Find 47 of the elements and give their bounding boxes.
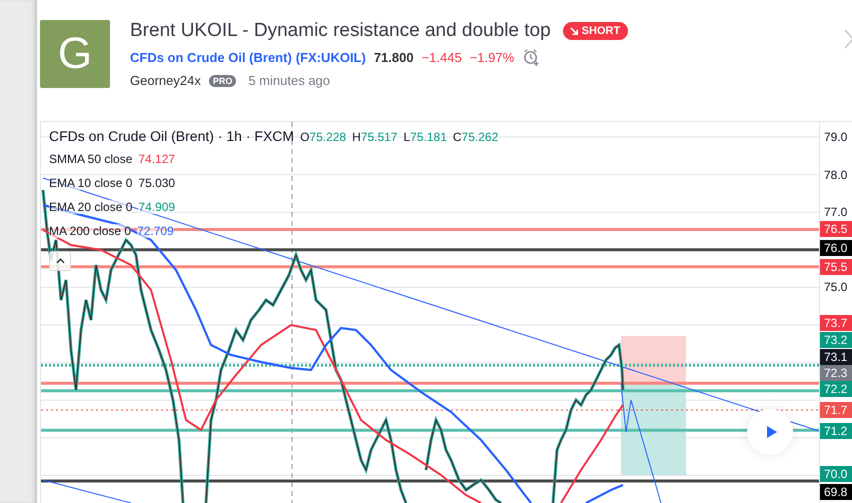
indicator-value: 72.709	[137, 224, 174, 238]
play-button[interactable]	[747, 409, 793, 455]
price-tag: 72.2	[820, 381, 852, 397]
stop-loss-zone	[621, 336, 686, 383]
indicator-name: SMMA 50 close	[49, 152, 132, 166]
ohlc-value: C75.262	[452, 130, 498, 144]
price: 71.800	[374, 50, 414, 65]
publish-time: 5 minutes ago	[248, 73, 330, 88]
collapse-legend-button[interactable]	[49, 251, 71, 271]
price-tag: 71.2	[820, 423, 852, 439]
price-change: −1.445	[422, 50, 462, 65]
direction-badge: SHORT	[562, 22, 628, 40]
price-tag: 73.2	[820, 332, 852, 348]
indicator-value: 75.030	[138, 176, 176, 190]
alarm-clock-icon[interactable]	[522, 48, 542, 67]
play-icon	[766, 425, 778, 439]
price-tag: 73.1	[820, 349, 852, 365]
price-tag: 70.0	[820, 466, 852, 482]
indicator-name: EMA 20 close 0	[49, 200, 132, 214]
price-tick: 77.0	[824, 204, 848, 220]
price-tick: 75.0	[824, 279, 848, 295]
indicator-value: 74.909	[138, 200, 176, 214]
price-tag: 76.0	[820, 240, 852, 256]
author-name[interactable]: Georney24x	[130, 73, 201, 88]
price-tag: 76.5	[820, 221, 852, 237]
chevron-up-icon	[56, 258, 64, 264]
idea-title: Brent UKOIL - Dynamic resistance and double top	[130, 20, 551, 42]
ohlc-value: L75.181	[403, 130, 447, 144]
price-tag: 71.7	[820, 402, 852, 418]
price-change-percent: −1.97%	[470, 50, 514, 65]
chart-symbol-title: CFDs on Crude Oil (Brent) · 1h · FXCM	[49, 128, 294, 144]
ohlc-value: O75.228	[300, 130, 346, 144]
price-tag: 72.3	[820, 365, 852, 381]
ohlc-value: H75.517	[352, 130, 398, 144]
price-tick: 78.0	[824, 167, 848, 183]
pro-badge: PRO	[208, 74, 236, 86]
indicator-name: EMA 10 close 0	[49, 176, 132, 190]
price-tag: 69.8	[820, 484, 852, 500]
price-tag: 73.7	[820, 315, 852, 331]
indicator-value: 74.127	[138, 152, 176, 166]
indicator-name: MA 200 close 0	[49, 224, 132, 238]
author-avatar[interactable]: G	[40, 20, 110, 88]
instrument-link[interactable]: CFDs on Crude Oil (Brent)	[130, 50, 292, 65]
arrow-icon	[570, 26, 579, 36]
price-tick: 79.0	[824, 129, 848, 145]
symbol-link[interactable]: (FX:UKOIL)	[296, 50, 366, 65]
price-tag: 75.5	[820, 259, 852, 275]
